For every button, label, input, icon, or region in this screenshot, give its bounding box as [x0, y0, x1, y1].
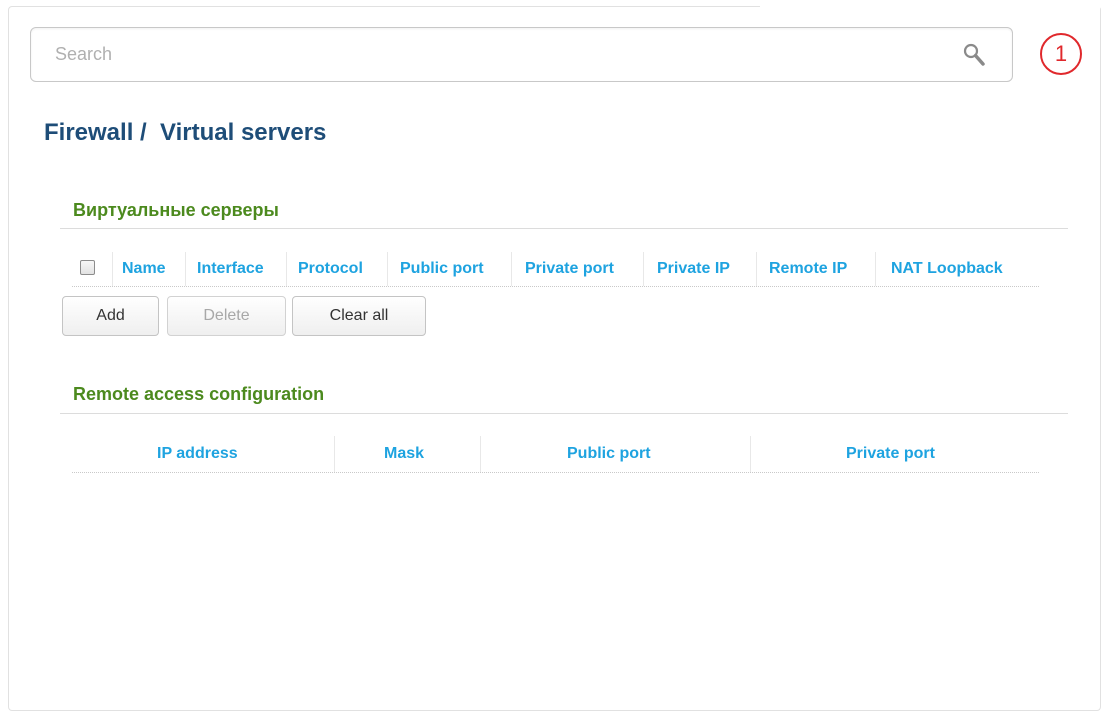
panel-top-gap: [760, 6, 1100, 16]
add-button[interactable]: Add: [62, 296, 159, 336]
column-separator: [756, 252, 757, 286]
column-header-remote-ip[interactable]: Remote IP: [769, 260, 847, 278]
table-header-rule: [72, 472, 1040, 473]
column-header-name[interactable]: Name: [122, 260, 166, 278]
search-icon[interactable]: [960, 41, 988, 69]
section-divider: [60, 413, 1068, 414]
clear-all-button[interactable]: Clear all: [292, 296, 426, 336]
table-header-rule: [72, 286, 1040, 287]
column-separator: [185, 252, 186, 286]
delete-button[interactable]: Delete: [167, 296, 286, 336]
column-separator: [334, 436, 335, 472]
column-separator: [286, 252, 287, 286]
column-header-ip-address[interactable]: IP address: [157, 445, 238, 463]
select-all-checkbox[interactable]: [80, 260, 95, 275]
column-separator: [480, 436, 481, 472]
column-header-interface[interactable]: Interface: [197, 260, 264, 278]
column-header-protocol[interactable]: Protocol: [298, 260, 363, 278]
column-header-private-ip[interactable]: Private IP: [657, 260, 730, 278]
column-header-mask[interactable]: Mask: [384, 445, 424, 463]
column-header-private-port[interactable]: Private port: [846, 445, 935, 463]
notification-badge[interactable]: 1: [1040, 33, 1082, 75]
section-title-virtual-servers: Виртуальные серверы: [73, 200, 279, 220]
content-panel: [8, 6, 1101, 711]
section-title-remote-access: Remote access configuration: [73, 384, 325, 404]
column-separator: [875, 252, 876, 286]
search-box[interactable]: [30, 27, 1013, 82]
column-header-private-port[interactable]: Private port: [525, 260, 614, 278]
column-separator: [387, 252, 388, 286]
column-separator: [511, 252, 512, 286]
column-header-nat-loopback[interactable]: NAT Loopback: [891, 260, 1003, 278]
column-separator: [750, 436, 751, 472]
column-header-public-port[interactable]: Public port: [400, 260, 484, 278]
column-header-public-port[interactable]: Public port: [567, 445, 651, 463]
page-title: Firewall / Virtual servers: [44, 119, 327, 146]
column-separator: [643, 252, 644, 286]
search-input[interactable]: [53, 38, 937, 71]
column-separator: [112, 252, 113, 286]
section-divider: [60, 228, 1068, 229]
